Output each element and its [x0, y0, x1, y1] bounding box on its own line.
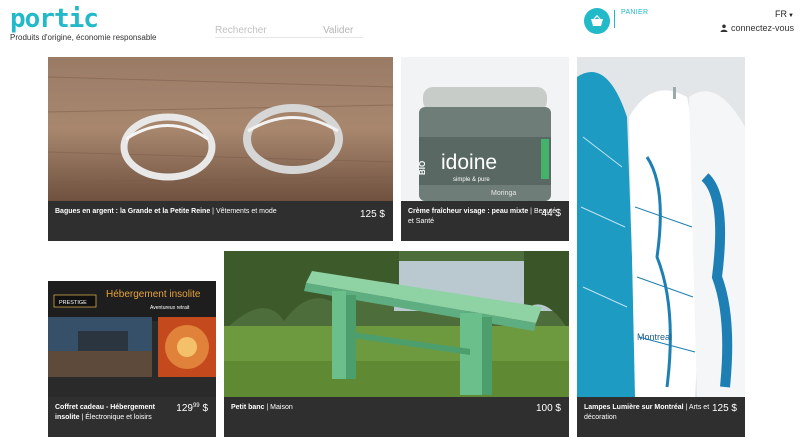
cart-divider [614, 10, 615, 28]
logo[interactable]: portic Produits d'origine, économie resp… [10, 6, 157, 42]
product-image-cream[interactable]: BIO idoine simple & pure Moringa [401, 57, 569, 201]
product-price: 44 $ [541, 208, 561, 219]
product-price: 100 $ [535, 403, 561, 414]
page: portic Produits d'origine, économie resp… [0, 0, 800, 437]
product-info-bar: Bagues en argent : la Grande et la Petit… [48, 201, 393, 241]
user-icon [720, 24, 728, 32]
product-card-cream[interactable]: BIO idoine simple & pure Moringa Crème f… [401, 57, 569, 241]
offer-headline: Hébergement insolite [106, 289, 201, 300]
product-info-bar: Crème fraîcheur visage : peau mixte | Be… [401, 201, 569, 241]
product-category[interactable]: Électronique et loisirs [85, 414, 152, 421]
search-submit-button[interactable]: Valider [323, 22, 353, 38]
search-input[interactable] [215, 22, 315, 38]
product-category[interactable]: Vêtements et mode [216, 208, 277, 215]
cart-link[interactable]: PANIER [621, 9, 648, 16]
product-title[interactable]: Lampes Lumière sur Montréal [584, 404, 684, 411]
language-selector[interactable]: FR▼ [775, 9, 794, 19]
search-bar: Valider [215, 22, 363, 38]
login-label: connectez-vous [730, 23, 794, 33]
product-image-bench[interactable] [224, 251, 569, 397]
product-info-bar: Petit banc | Maison [224, 397, 569, 437]
product-price: 125 $ [711, 403, 737, 414]
product-image-rings[interactable] [48, 57, 393, 201]
price-currency: $ [202, 403, 208, 414]
price-main: 129 [176, 403, 193, 414]
prestige-badge: PRESTIGE [59, 300, 87, 306]
tagline: Produits d'origine, économie responsable [10, 33, 157, 42]
offer-sub: Aventureux retrait [150, 305, 190, 311]
product-card-bench[interactable]: Petit banc | Maison 100 $ [224, 251, 569, 437]
product-image-lamps[interactable]: Montreal [577, 57, 745, 398]
product-card-coffret[interactable]: PRESTIGE Hébergement insolite Aventureux… [48, 251, 216, 437]
price-cents: 99 [192, 403, 200, 409]
product-title[interactable]: Bagues en argent : la Grande et la Petit… [55, 208, 210, 215]
product-price: 12999 $ [176, 403, 208, 414]
bio-label: BIO [418, 161, 427, 175]
caret-down-icon: ▼ [788, 13, 794, 19]
language-label: FR [775, 9, 787, 19]
product-title[interactable]: Crème fraîcheur visage : peau mixte [408, 208, 528, 215]
map-label: Montreal [637, 332, 672, 342]
product-image-coffret[interactable]: PRESTIGE Hébergement insolite Aventureux… [48, 251, 216, 397]
product-card-lamps[interactable]: Montreal Lampes Lumière sur Montréal | A… [577, 57, 745, 437]
brand-label: idoine [441, 151, 497, 174]
basket-icon [591, 15, 603, 26]
brand-sub-label: simple & pure [453, 177, 490, 183]
cart-icon[interactable] [584, 8, 610, 34]
login-link[interactable]: connectez-vous [720, 23, 794, 33]
product-category[interactable]: Maison [270, 404, 293, 411]
product-card-rings[interactable]: Bagues en argent : la Grande et la Petit… [48, 57, 393, 241]
moringa-label: Moringa [491, 190, 516, 197]
product-title[interactable]: Petit banc [231, 404, 264, 411]
logo-wordmark[interactable]: portic [10, 6, 157, 32]
product-price: 125 $ [359, 209, 385, 220]
